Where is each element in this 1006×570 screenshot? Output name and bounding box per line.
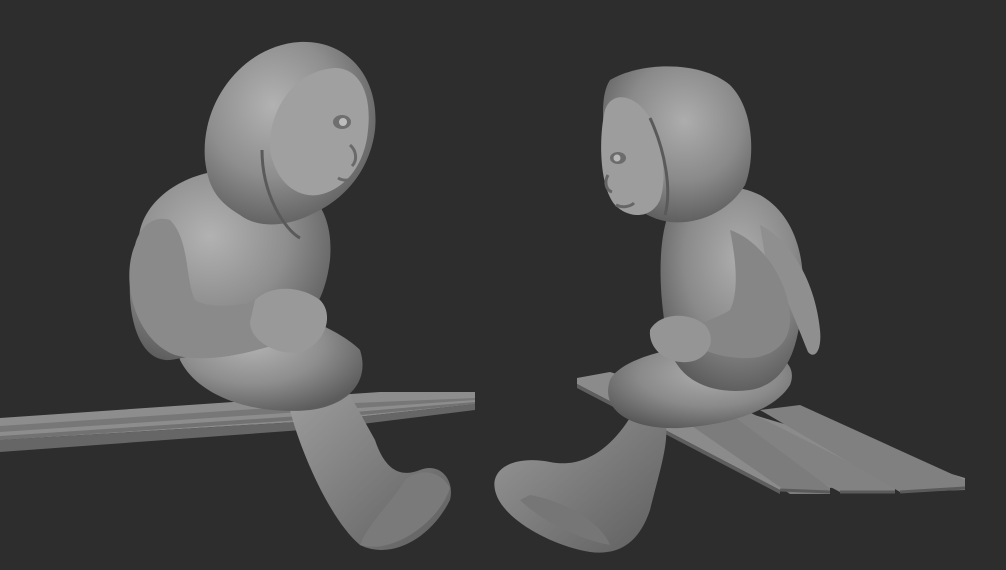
- left-child-sculpt: [129, 41, 451, 550]
- sculpt-scene: [0, 41, 966, 553]
- render-viewport: [0, 0, 1006, 570]
